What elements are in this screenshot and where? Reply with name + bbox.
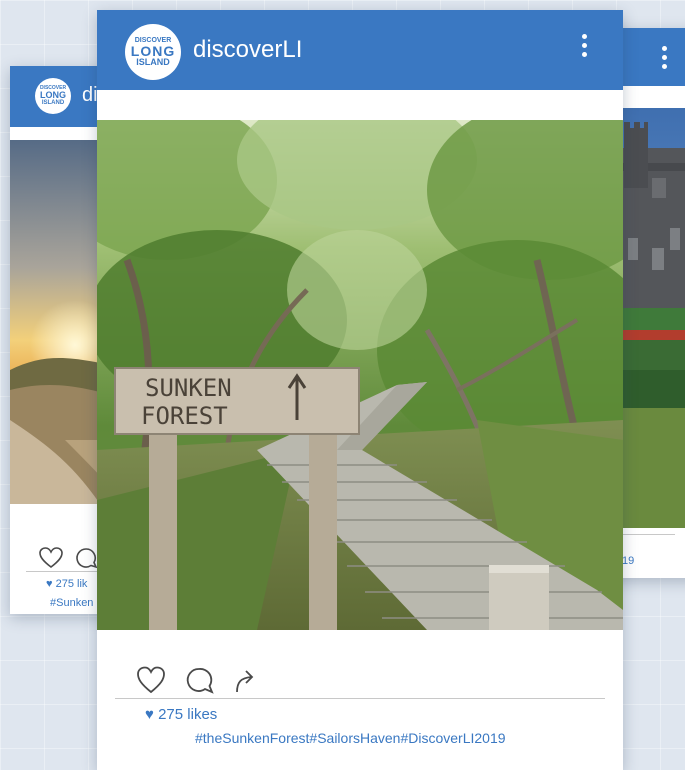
heart-filled-icon: ♥ bbox=[46, 578, 53, 590]
post-username[interactable]: di bbox=[82, 84, 98, 107]
post-likes: ♥ 275 likes bbox=[145, 706, 217, 723]
discover-long-island-avatar[interactable]: DISCOVER LONG ISLAND bbox=[35, 78, 71, 114]
divider bbox=[115, 698, 605, 699]
kebab-menu-icon[interactable] bbox=[582, 34, 587, 57]
post-hashtags[interactable]: #Sunken bbox=[50, 597, 93, 609]
post-card-center: DISCOVER LONG ISLAND discoverLI SUNKEN F… bbox=[97, 10, 623, 770]
kebab-menu-icon[interactable] bbox=[662, 46, 667, 69]
heart-icon[interactable] bbox=[135, 665, 167, 700]
discover-long-island-avatar[interactable]: DISCOVER LONG ISLAND bbox=[125, 24, 181, 80]
heart-filled-icon: ♥ bbox=[145, 706, 154, 723]
share-icon[interactable] bbox=[231, 666, 259, 701]
post-username[interactable]: discoverLI bbox=[193, 36, 302, 64]
post-likes: ♥ 275 lik bbox=[46, 578, 87, 590]
post-photo-sunken-forest: SUNKEN FOREST bbox=[97, 120, 623, 630]
likes-count: 275 likes bbox=[158, 706, 218, 723]
likes-count: 275 lik bbox=[55, 578, 88, 590]
sign-text-line1: SUNKEN bbox=[145, 374, 232, 402]
sign-text-line2: FOREST bbox=[141, 402, 228, 430]
post-hashtags[interactable]: #theSunkenForest#SailorsHaven#DiscoverLI… bbox=[195, 730, 506, 746]
post-hashtags[interactable]: 19 bbox=[622, 555, 634, 567]
comment-icon[interactable] bbox=[185, 666, 215, 701]
post-header: DISCOVER LONG ISLAND discoverLI bbox=[97, 10, 623, 90]
